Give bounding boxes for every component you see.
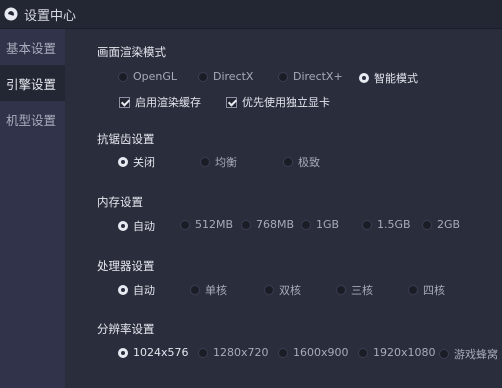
cpu-option-dual[interactable]: 双核: [264, 282, 301, 298]
section-title-antialias: 抗锯齿设置: [97, 132, 155, 146]
option-label: 关闭: [133, 156, 155, 169]
settings-panel: 画面渲染模式 OpenGL DirectX DirectX+ 智能模式 启用渲染…: [80, 29, 502, 388]
render-option-opengl[interactable]: OpenGL: [118, 70, 177, 83]
section-title-memory: 内存设置: [97, 195, 143, 209]
window-title: 设置中心: [24, 8, 77, 24]
radio-indicator: [180, 219, 190, 230]
option-label: 自动: [133, 220, 155, 233]
radio-indicator: [408, 285, 418, 295]
memory-option-2gb[interactable]: 2GB: [422, 218, 460, 231]
antialias-option-ultra[interactable]: 极致: [283, 154, 320, 170]
cpu-option-triple[interactable]: 三核: [336, 282, 373, 298]
section-title-resolution: 分辨率设置: [97, 322, 155, 336]
radio-indicator: [118, 285, 128, 295]
option-label: 2GB: [437, 218, 461, 231]
memory-option-auto[interactable]: 自动: [118, 218, 155, 234]
cpu-option-single[interactable]: 单核: [190, 282, 227, 298]
radio-indicator: [278, 347, 288, 358]
radio-indicator: [301, 219, 311, 230]
cpu-option-auto[interactable]: 自动: [118, 282, 155, 298]
sidebar-item-label: 引擎设置: [6, 76, 57, 92]
radio-indicator: [200, 157, 210, 167]
option-label: 自动: [133, 284, 155, 297]
memory-option-512mb[interactable]: 512MB: [180, 218, 233, 231]
checkbox-label: 优先使用独立显卡: [242, 96, 330, 109]
radio-indicator: [118, 221, 128, 231]
option-label: 1600x900: [293, 346, 349, 359]
option-label: 游戏蜂窝: [454, 348, 498, 361]
option-label: 单核: [205, 284, 227, 297]
option-label: 1280x720: [213, 346, 269, 359]
memory-option-1-5gb[interactable]: 1.5GB: [362, 218, 411, 231]
resolution-option-1024[interactable]: 1024x576: [118, 346, 189, 359]
option-label: 双核: [279, 284, 301, 297]
option-label: DirectX: [213, 70, 254, 83]
sidebar-item-basic[interactable]: 基本设置: [0, 29, 65, 65]
radio-indicator: [198, 71, 208, 82]
antialias-option-off[interactable]: 关闭: [118, 154, 155, 170]
section-title-cpu: 处理器设置: [97, 259, 155, 273]
radio-indicator: [190, 285, 200, 295]
resolution-option-1920[interactable]: 1920x1080: [358, 346, 436, 359]
option-label: 三核: [351, 284, 373, 297]
sidebar: 基本设置 引擎设置 机型设置: [0, 29, 65, 388]
radio-indicator: [283, 157, 293, 167]
cpu-option-quad[interactable]: 四核: [408, 282, 445, 298]
title-bar: 设置中心: [0, 0, 502, 29]
sidebar-item-label: 机型设置: [6, 112, 57, 128]
radio-indicator: [118, 71, 128, 82]
resolution-option-1280[interactable]: 1280x720: [198, 346, 269, 359]
render-option-directx-plus[interactable]: DirectX+: [278, 70, 343, 83]
app-logo-icon: [4, 7, 18, 21]
checkbox-label: 启用渲染缓存: [135, 96, 201, 109]
render-option-directx[interactable]: DirectX: [198, 70, 253, 83]
resolution-option-honeycomb[interactable]: 游戏蜂窝: [439, 346, 498, 362]
checkbox-indicator: [119, 96, 130, 108]
radio-indicator: [359, 73, 369, 83]
radio-indicator: [439, 349, 449, 359]
sidebar-item-device[interactable]: 机型设置: [0, 101, 65, 137]
option-label: 极致: [298, 156, 320, 169]
radio-indicator: [336, 285, 346, 295]
radio-indicator: [198, 347, 208, 358]
option-label: 1GB: [316, 218, 340, 231]
option-label: 1920x1080: [373, 346, 436, 359]
render-cache-checkbox[interactable]: 启用渲染缓存: [119, 94, 201, 110]
antialias-option-balanced[interactable]: 均衡: [200, 154, 237, 170]
option-label: 四核: [423, 284, 445, 297]
option-label: 1.5GB: [377, 218, 411, 231]
option-label: 1024x576: [133, 346, 189, 359]
radio-indicator: [422, 219, 432, 230]
render-option-smart[interactable]: 智能模式: [359, 70, 418, 86]
section-title-render: 画面渲染模式: [97, 45, 166, 59]
radio-indicator: [278, 71, 288, 82]
discrete-gpu-checkbox[interactable]: 优先使用独立显卡: [226, 94, 330, 110]
option-label: 均衡: [215, 156, 237, 169]
memory-option-768mb[interactable]: 768MB: [241, 218, 294, 231]
option-label: 768MB: [256, 218, 295, 231]
option-label: DirectX+: [293, 70, 343, 83]
sidebar-item-label: 基本设置: [6, 40, 57, 56]
option-label: 智能模式: [374, 72, 418, 85]
radio-indicator: [362, 219, 372, 230]
radio-indicator: [358, 347, 368, 358]
radio-indicator: [241, 219, 251, 230]
checkbox-indicator: [226, 96, 237, 108]
memory-option-1gb[interactable]: 1GB: [301, 218, 339, 231]
resolution-option-1600[interactable]: 1600x900: [278, 346, 349, 359]
radio-indicator: [118, 157, 128, 167]
radio-indicator: [118, 347, 128, 358]
option-label: 512MB: [195, 218, 234, 231]
option-label: OpenGL: [133, 70, 178, 83]
radio-indicator: [264, 285, 274, 295]
sidebar-item-engine[interactable]: 引擎设置: [0, 65, 65, 101]
